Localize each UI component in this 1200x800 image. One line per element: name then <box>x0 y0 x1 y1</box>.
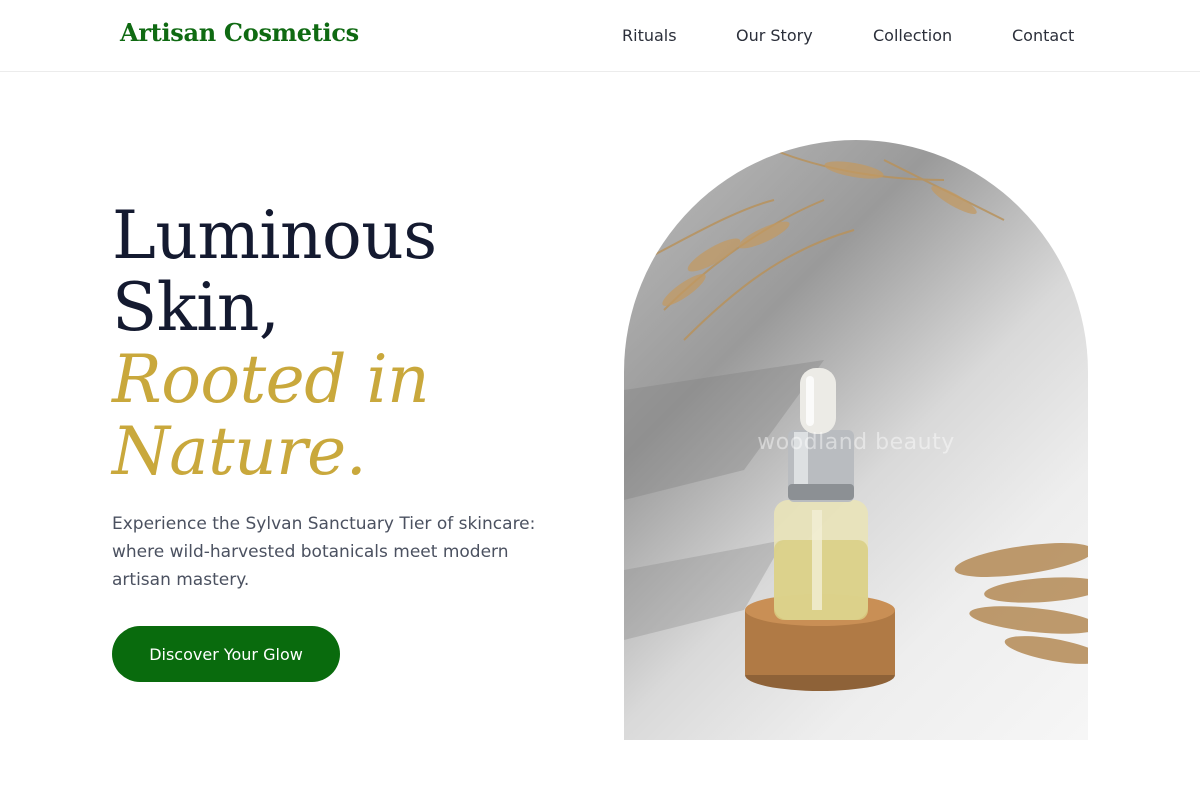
site-header: Artisan Cosmetics Rituals Our Story Coll… <box>0 0 1200 72</box>
discover-glow-button[interactable]: Discover Your Glow <box>112 626 340 682</box>
hero-accent-line-2: Nature. <box>112 413 367 490</box>
nav-item-rituals[interactable]: Rituals <box>622 26 677 45</box>
nav-item-collection[interactable]: Collection <box>873 26 952 45</box>
image-watermark: woodland beauty <box>757 430 955 455</box>
hero-product-image: woodland beauty <box>624 140 1088 740</box>
nav-item-our-story[interactable]: Our Story <box>736 26 813 45</box>
hero-title-line-2: Skin, <box>112 269 280 346</box>
hero-title-line-1: Luminous <box>112 197 437 274</box>
hero-subtitle: Experience the Sylvan Sanctuary Tier of … <box>112 514 536 590</box>
hero-accent-line-1: Rooted in <box>112 341 430 418</box>
hero-heading: Luminous Skin, Rooted in Nature. <box>112 200 582 488</box>
nav-item-contact[interactable]: Contact <box>1012 26 1074 45</box>
main-nav: Rituals Our Story Collection Contact <box>0 26 1200 50</box>
